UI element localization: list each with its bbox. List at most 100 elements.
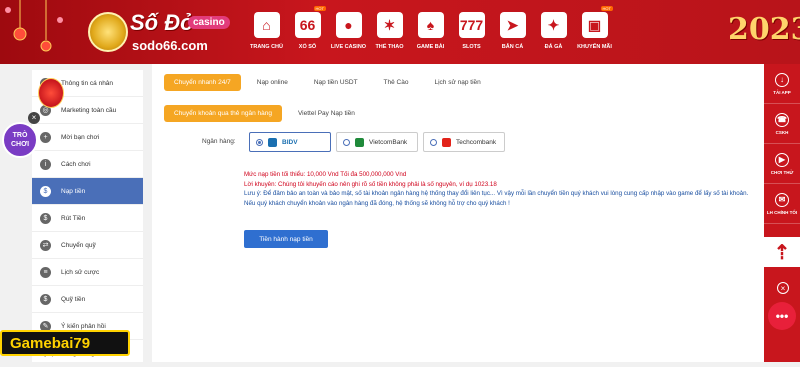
nav-item-label: LIVE CASINO — [330, 44, 367, 50]
cards-icon: ♠ — [417, 12, 444, 38]
close-icon[interactable]: × — [777, 282, 789, 294]
logo-domain: sodo66.com — [132, 38, 208, 53]
sidebar-item-label: Mời bạn chơi — [61, 133, 100, 141]
site-logo[interactable]: Số Đỏ casino sodo66.com — [88, 10, 238, 56]
nav-item-thể-thao[interactable]: ✶ THỂ THAO — [369, 8, 410, 58]
nav-item-đá-gà[interactable]: ✦ ĐÁ GÀ — [533, 8, 574, 58]
close-icon[interactable]: × — [28, 112, 40, 124]
bank-label: Ngân hàng: — [202, 138, 236, 145]
radio-icon[interactable] — [343, 138, 350, 146]
deposit-limit-note: Mức nạp tiền tối thiểu: 10,000 Vnd Tối đ… — [244, 171, 407, 178]
sidebar-item-label: Nạp tiền — [61, 187, 86, 195]
right-bar-label: CHƠI THỬ — [770, 169, 794, 175]
sidebar-item-5[interactable]: $ Rút Tiền — [32, 205, 143, 232]
submit-deposit-button[interactable]: Tiền hành nạp tiền — [244, 230, 328, 248]
year-decoration: 2023 — [728, 12, 800, 47]
sidebar-item-3[interactable]: i Cách chơi — [32, 151, 143, 178]
nav-item-label: KHUYẾN MÃI — [577, 44, 612, 50]
bank-option-bidv[interactable]: BIDV — [249, 132, 331, 152]
right-bar-item-2[interactable]: ▶ CHƠI THỬ — [764, 144, 800, 184]
fish-icon: ➤ — [499, 12, 526, 38]
nav-item-khuyến-mãi[interactable]: ▣ KHUYẾN MÃI HOT — [574, 6, 615, 58]
nav-item-game-bài[interactable]: ♠ GAME BÀI — [410, 8, 451, 58]
site-header: Số Đỏ casino sodo66.com ⌂ TRANG CHỦ 66 XỔ S… — [0, 0, 800, 64]
nav-item-label: SLOTS — [462, 44, 481, 50]
right-bar-label: TẢI APP — [773, 89, 791, 95]
sidebar-item-label: Thông tin cá nhân — [61, 79, 114, 87]
withdraw-icon: $ — [40, 212, 51, 224]
bank-logo-icon — [355, 137, 364, 147]
nav-item-label: BẮN CÁ — [501, 44, 524, 50]
bank-name: Techcombank — [456, 138, 497, 146]
more-options-icon[interactable]: ••• — [768, 302, 796, 330]
tab-sub-1[interactable]: Viettel Pay Nạp tiền — [288, 105, 365, 122]
logo-emblem — [88, 12, 128, 52]
sidebar-item-2[interactable]: + Mời bạn chơi — [32, 124, 143, 151]
logo-casino-badge: casino — [188, 16, 230, 29]
deposit-reminder-note: Lời khuyên: Chúng tôi khuyến cáo nên ghi… — [244, 180, 497, 188]
sidebar-item-6[interactable]: ⇄ Chuyển quỹ — [32, 232, 143, 259]
deposit-icon: $ — [40, 185, 51, 197]
download-icon: ↓ — [775, 72, 789, 87]
hot-badge: HOT — [600, 6, 613, 11]
right-bar-item-0[interactable]: ↓ TẢI APP — [764, 64, 800, 104]
bank-option-techcombank[interactable]: Techcombank — [423, 132, 505, 152]
bank-name: BIDV — [282, 138, 298, 146]
tab-sub-0[interactable]: Chuyển khoản qua thẻ ngân hàng — [164, 105, 282, 122]
sidebar-item-label: Quỹ tiền — [61, 295, 86, 303]
right-bar-label: CSKH — [775, 129, 789, 135]
right-bar-item-3[interactable]: ✉ LH CHÍNH TỐI — [764, 184, 800, 224]
promo-line-2: CHƠI — [10, 141, 30, 148]
sidebar-item-label: Chuyển quỹ — [61, 241, 96, 249]
sidebar-item-label: Ý kiến phản hồi — [61, 322, 106, 330]
bank-option-vietcombank[interactable]: VietcomBank — [336, 132, 418, 152]
nav-item-xổ-số[interactable]: 66 XỔ SỐ HOT — [287, 6, 328, 58]
main-nav: ⌂ TRANG CHỦ 66 XỔ SỐ HOT ● LIVE CASINO ✶ THỂ THA… — [246, 6, 615, 58]
fund-icon: $ — [40, 293, 51, 305]
sidebar-item-label: Rút Tiền — [61, 214, 86, 222]
promo-line-1: TRÒ — [12, 132, 28, 139]
radio-icon[interactable] — [256, 138, 263, 146]
tab-top-0[interactable]: Chuyển nhanh 24/7 — [164, 74, 241, 91]
nav-item-live-casino[interactable]: ● LIVE CASINO — [328, 8, 369, 58]
hot-badge: HOT — [313, 6, 326, 11]
account-sidebar: iThông tin cá nhân◎Marketing toàn cầu+Mờ… — [32, 70, 143, 362]
lantern-icon — [38, 78, 64, 108]
invite-icon: + — [40, 131, 51, 143]
sidebar-item-4[interactable]: $ Nạp tiền — [32, 178, 143, 205]
sidebar-item-8[interactable]: $ Quỹ tiền — [32, 286, 143, 313]
bank-options: BIDV VietcomBank Techcombank — [249, 132, 505, 152]
lottery-icon: 66 — [294, 12, 321, 38]
right-bar-item-1[interactable]: ☎ CSKH — [764, 104, 800, 144]
gift-icon: ▣ — [581, 12, 608, 38]
deposit-sub-tabs: Chuyển khoản qua thẻ ngân hàng Viettel Pa… — [164, 105, 371, 122]
info-icon: i — [40, 158, 51, 170]
nav-item-slots[interactable]: 777 SLOTS — [451, 8, 492, 58]
radio-icon[interactable] — [430, 138, 437, 146]
games-promo-bubble[interactable]: TRÒ CHƠI × — [0, 112, 40, 160]
deposit-notes: Mức nạp tiền tối thiểu: 10,000 Vnd Tối đ… — [244, 170, 754, 208]
bank-logo-icon — [442, 137, 451, 147]
rooster-icon: ✦ — [540, 12, 567, 38]
nav-item-label: THỂ THAO — [375, 44, 404, 50]
lantern-decoration — [0, 0, 75, 64]
tab-top-2[interactable]: Nạp tiền USDT — [304, 74, 368, 91]
deposit-panel: Chuyển nhanh 24/7 Nạp online Nạp tiền USDT… — [152, 64, 764, 362]
tab-top-3[interactable]: Thẻ Cào — [374, 74, 419, 91]
logo-text: Số Đỏ — [130, 10, 194, 35]
deposit-method-tabs: Chuyển nhanh 24/7 Nạp online Nạp tiền USDT… — [164, 74, 497, 91]
transfer-icon: ⇄ — [40, 239, 51, 251]
nav-item-label: ĐÁ GÀ — [544, 44, 563, 50]
nav-item-trang-chủ[interactable]: ⌂ TRANG CHỦ — [246, 8, 287, 58]
sidebar-item-7[interactable]: ≡ Lịch sử cược — [32, 259, 143, 286]
bank-logo-icon — [268, 137, 277, 147]
nav-item-bắn-cá[interactable]: ➤ BẮN CÁ — [492, 8, 533, 58]
scroll-top-icon[interactable]: ⇡ — [764, 237, 800, 267]
history-icon: ≡ — [40, 266, 51, 278]
games-promo-label: TRÒ CHƠI — [2, 122, 38, 158]
deposit-warning-note: Lưu ý: Để đảm bảo an toàn và bảo mật, số… — [244, 190, 749, 207]
bank-name: VietcomBank — [369, 138, 408, 146]
tab-top-4[interactable]: Lịch sử nạp tiền — [424, 74, 490, 91]
tab-top-1[interactable]: Nạp online — [247, 74, 298, 91]
slots-icon: 777 — [458, 12, 485, 38]
